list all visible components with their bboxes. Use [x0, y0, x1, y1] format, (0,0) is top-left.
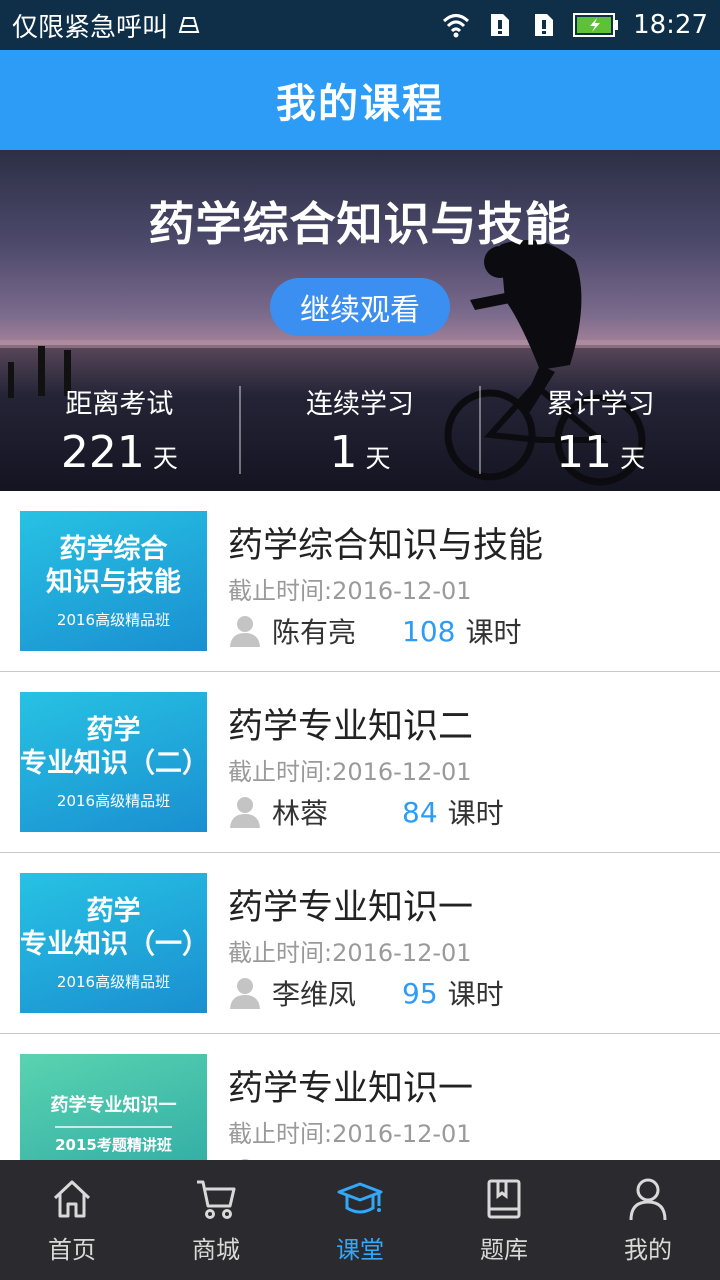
- stat-days-to-exam: 距离考试 221 天: [0, 382, 239, 478]
- cover-subtitle: 2016高级精品班: [56, 610, 171, 629]
- stat-number: 1: [329, 427, 358, 478]
- course-name: 药学专业知识一: [228, 888, 474, 928]
- stat-unit: 天: [365, 444, 391, 473]
- carrier-text: 仅限紧急呼叫: [12, 12, 169, 43]
- clock: 18:27: [633, 10, 708, 40]
- cover-title-line1: 药学综合: [59, 533, 168, 565]
- battery-charging-icon: [573, 13, 619, 37]
- stat-value: 221 天: [61, 427, 178, 478]
- course-list-item[interactable]: 药学综合 知识与技能 2016高级精品班 药学综合知识与技能 截止时间:2016…: [0, 491, 720, 672]
- bottom-nav: 首页 商城 课堂 题库 我的: [0, 1160, 720, 1280]
- course-hours: 108: [402, 614, 456, 648]
- teacher-name: 林蓉: [272, 797, 329, 830]
- teacher-name: 陈有亮: [272, 616, 357, 649]
- nav-label: 商城: [192, 1235, 240, 1264]
- person-icon: [629, 1178, 667, 1220]
- stat-label: 距离考试: [65, 389, 174, 420]
- nav-label: 课堂: [336, 1235, 384, 1264]
- graduation-cap-icon: [337, 1182, 383, 1213]
- course-deadline: 截止时间:2016-12-01: [228, 758, 472, 786]
- book-icon: [487, 1179, 521, 1218]
- course-meta: 陈有亮 108 课时: [228, 611, 521, 651]
- sim1-alert-icon: [491, 14, 510, 36]
- course-name: 药学专业知识二: [228, 707, 474, 747]
- course-deadline: 截止时间:2016-12-01: [228, 577, 472, 605]
- cart-icon: [197, 1180, 236, 1219]
- stat-unit: 天: [620, 444, 646, 473]
- cover-title-line2: 知识与技能: [46, 566, 181, 598]
- teacher-icon: [230, 978, 260, 1009]
- nav-label: 我的: [624, 1235, 672, 1264]
- nav-label: 首页: [48, 1235, 96, 1264]
- stat-value: 11 天: [556, 427, 645, 478]
- course-hours-unit: 课时: [465, 616, 522, 649]
- cover-title-line2: 专业知识（一）: [20, 928, 209, 960]
- course-meta: 林蓉 84 课时: [228, 792, 504, 832]
- nav-item-question-bank[interactable]: 题库: [432, 1160, 576, 1280]
- nav-label: 题库: [480, 1235, 528, 1264]
- course-hours-unit: 课时: [447, 978, 504, 1011]
- course-hours: 84: [402, 795, 438, 829]
- nav-item-shop[interactable]: 商城: [144, 1160, 288, 1280]
- course-cover-image: 药学专业知识一 2015考题精讲班: [20, 1054, 207, 1160]
- course-list-item[interactable]: 药学 专业知识（一） 2016高级精品班 药学专业知识一 截止时间:2016-1…: [0, 853, 720, 1034]
- course-cover-image: 药学综合 知识与技能 2016高级精品班: [20, 511, 207, 651]
- home-icon: [53, 1180, 91, 1217]
- stat-label: 累计学习: [546, 389, 655, 420]
- cover-title-line1: 药学: [86, 714, 141, 746]
- page-title: 我的课程: [0, 50, 720, 150]
- course-meta: 李维凤 95 课时: [228, 973, 504, 1013]
- course-deadline: 截止时间:2016-12-01: [228, 939, 472, 967]
- course-list-item[interactable]: 药学 专业知识（二） 2016高级精品班 药学专业知识二 截止时间:2016-1…: [0, 672, 720, 853]
- cover-subtitle: 2016高级精品班: [56, 791, 171, 810]
- status-right: 18:27: [441, 10, 708, 40]
- nav-item-home[interactable]: 首页: [0, 1160, 144, 1280]
- nav-item-classroom[interactable]: 课堂: [288, 1160, 432, 1280]
- stat-consecutive-study: 连续学习 1 天: [241, 382, 480, 478]
- status-bar: 仅限紧急呼叫 18:27: [0, 0, 720, 50]
- course-list-item[interactable]: 药学专业知识一 2015考题精讲班 药学专业知识一 截止时间:2016-12-0…: [0, 1034, 720, 1160]
- cover-title-line2: 专业知识（二）: [20, 747, 209, 779]
- course-hours-unit: 课时: [447, 797, 504, 830]
- stat-label: 连续学习: [306, 389, 414, 420]
- course-cover-image: 药学 专业知识（二） 2016高级精品班: [20, 692, 209, 832]
- stat-value: 1 天: [330, 427, 391, 478]
- teacher-icon: [230, 616, 260, 647]
- sim-icon: [178, 17, 200, 33]
- teacher-icon: [230, 797, 260, 828]
- course-name: 药学综合知识与技能: [228, 526, 544, 566]
- course-name: 药学专业知识一: [228, 1069, 474, 1109]
- cover-title-line1: 药学专业知识一: [50, 1094, 177, 1116]
- wifi-icon: [443, 14, 470, 38]
- course-cover-image: 药学 专业知识（一） 2016高级精品班: [20, 873, 209, 1013]
- teacher-name: 李维凤: [272, 978, 357, 1011]
- nav-item-mine[interactable]: 我的: [576, 1160, 720, 1280]
- stat-total-study: 累计学习 11 天: [481, 382, 720, 478]
- stat-unit: 天: [152, 444, 178, 473]
- stat-number: 221: [60, 427, 145, 478]
- current-course-banner: 药学综合知识与技能 继续观看 距离考试 221 天 连续学习 1 天 累计学习 …: [0, 150, 720, 491]
- sim2-alert-icon: [535, 14, 554, 36]
- course-deadline: 截止时间:2016-12-01: [228, 1120, 472, 1148]
- status-left: 仅限紧急呼叫: [12, 7, 204, 44]
- cover-subtitle: 2015考题精讲班: [55, 1125, 172, 1155]
- cover-title-line1: 药学: [86, 895, 141, 927]
- course-hours: 95: [402, 976, 438, 1010]
- study-stats: 距离考试 221 天 连续学习 1 天 累计学习 11 天: [0, 382, 720, 478]
- cover-subtitle: 2016高级精品班: [56, 972, 171, 991]
- stat-number: 11: [556, 427, 613, 478]
- continue-watching-button[interactable]: 继续观看: [270, 278, 450, 336]
- course-list[interactable]: 药学综合 知识与技能 2016高级精品班 药学综合知识与技能 截止时间:2016…: [0, 491, 720, 1160]
- current-course-title: 药学综合知识与技能: [148, 197, 572, 251]
